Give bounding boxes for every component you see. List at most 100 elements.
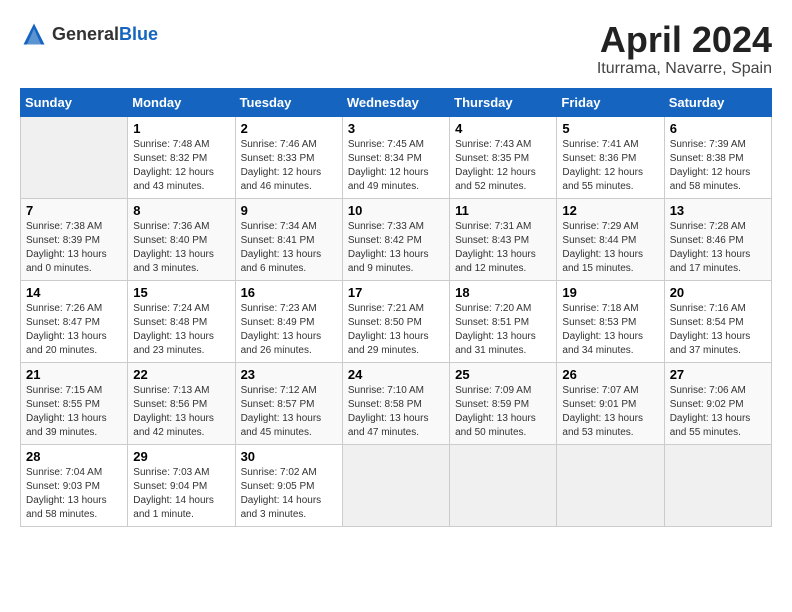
day-info: Sunrise: 7:21 AMSunset: 8:50 PMDaylight:… (348, 302, 444, 358)
day-info: Sunrise: 7:06 AMSunset: 9:02 PMDaylight:… (670, 384, 766, 440)
calendar-cell: 28 Sunrise: 7:04 AMSunset: 9:03 PMDayligh… (21, 444, 128, 526)
day-info: Sunrise: 7:12 AMSunset: 8:57 PMDaylight:… (241, 384, 337, 440)
calendar-week-5: 28 Sunrise: 7:04 AMSunset: 9:03 PMDayligh… (21, 444, 772, 526)
logo: GeneralBlue (20, 20, 158, 48)
weekday-header-sunday: Sunday (21, 88, 128, 116)
calendar-cell: 18Sunrise: 7:20 AMSunset: 8:51 PMDayligh… (450, 280, 557, 362)
calendar-cell: 14 Sunrise: 7:26 AMSunset: 8:47 PMDayligh… (21, 280, 128, 362)
month-title: April 2024 (597, 20, 772, 60)
calendar-cell: 15 Sunrise: 7:24 AMSunset: 8:48 PMDayligh… (128, 280, 235, 362)
day-info: Sunrise: 7:28 AMSunset: 8:46 PMDaylight:… (670, 220, 766, 276)
calendar-cell: 9 Sunrise: 7:34 AMSunset: 8:41 PMDaylight… (235, 198, 342, 280)
day-number: 5 (562, 121, 658, 136)
calendar-cell: 21Sunrise: 7:15 AMSunset: 8:55 PMDayligh… (21, 362, 128, 444)
calendar-cell: 30Sunrise: 7:02 AMSunset: 9:05 PMDayligh… (235, 444, 342, 526)
calendar-cell: 19 Sunrise: 7:18 AMSunset: 8:53 PMDayligh… (557, 280, 664, 362)
day-number: 30 (241, 449, 337, 464)
day-number: 20 (670, 285, 766, 300)
day-number: 25 (455, 367, 551, 382)
day-info: Sunrise: 7:31 AMSunset: 8:43 PMDaylight:… (455, 220, 551, 276)
day-number: 15 (133, 285, 229, 300)
weekday-header-thursday: Thursday (450, 88, 557, 116)
day-number: 10 (348, 203, 444, 218)
day-info: Sunrise: 7:29 AMSunset: 8:44 PMDaylight:… (562, 220, 658, 276)
day-number: 16 (241, 285, 337, 300)
calendar-cell: 12 Sunrise: 7:29 AMSunset: 8:44 PMDayligh… (557, 198, 664, 280)
day-info: Sunrise: 7:10 AMSunset: 8:58 PMDaylight:… (348, 384, 444, 440)
day-number: 19 (562, 285, 658, 300)
weekday-header-row: SundayMondayTuesdayWednesdayThursdayFrid… (21, 88, 772, 116)
weekday-header-wednesday: Wednesday (342, 88, 449, 116)
day-number: 17 (348, 285, 444, 300)
day-number: 18 (455, 285, 551, 300)
calendar-cell: 29 Sunrise: 7:03 AMSunset: 9:04 PMDayligh… (128, 444, 235, 526)
day-number: 2 (241, 121, 337, 136)
calendar-cell: 7Sunrise: 7:38 AMSunset: 8:39 PMDaylight… (21, 198, 128, 280)
day-number: 13 (670, 203, 766, 218)
day-info: Sunrise: 7:43 AMSunset: 8:35 PMDaylight:… (455, 138, 551, 194)
calendar-cell: 23Sunrise: 7:12 AMSunset: 8:57 PMDayligh… (235, 362, 342, 444)
calendar-cell: 27 Sunrise: 7:06 AMSunset: 9:02 PMDayligh… (664, 362, 771, 444)
day-number: 28 (26, 449, 122, 464)
logo-blue: Blue (119, 24, 158, 44)
calendar-table: SundayMondayTuesdayWednesdayThursdayFrid… (20, 88, 772, 527)
calendar-cell: 10Sunrise: 7:33 AMSunset: 8:42 PMDayligh… (342, 198, 449, 280)
logo-general: General (52, 24, 119, 44)
calendar-cell: 20 Sunrise: 7:16 AMSunset: 8:54 PMDayligh… (664, 280, 771, 362)
weekday-header-tuesday: Tuesday (235, 88, 342, 116)
day-number: 29 (133, 449, 229, 464)
title-block: April 2024 Iturrama, Navarre, Spain (597, 20, 772, 78)
day-info: Sunrise: 7:09 AMSunset: 8:59 PMDaylight:… (455, 384, 551, 440)
calendar-cell (342, 444, 449, 526)
calendar-cell (664, 444, 771, 526)
day-info: Sunrise: 7:18 AMSunset: 8:53 PMDaylight:… (562, 302, 658, 358)
weekday-header-saturday: Saturday (664, 88, 771, 116)
day-info: Sunrise: 7:39 AMSunset: 8:38 PMDaylight:… (670, 138, 766, 194)
day-number: 12 (562, 203, 658, 218)
weekday-header-monday: Monday (128, 88, 235, 116)
day-number: 9 (241, 203, 337, 218)
day-number: 11 (455, 203, 551, 218)
calendar-week-4: 21Sunrise: 7:15 AMSunset: 8:55 PMDayligh… (21, 362, 772, 444)
calendar-cell: 11 Sunrise: 7:31 AMSunset: 8:43 PMDayligh… (450, 198, 557, 280)
day-number: 21 (26, 367, 122, 382)
day-number: 22 (133, 367, 229, 382)
calendar-week-3: 14 Sunrise: 7:26 AMSunset: 8:47 PMDayligh… (21, 280, 772, 362)
day-info: Sunrise: 7:13 AMSunset: 8:56 PMDaylight:… (133, 384, 229, 440)
day-number: 7 (26, 203, 122, 218)
calendar-cell: 17 Sunrise: 7:21 AMSunset: 8:50 PMDayligh… (342, 280, 449, 362)
calendar-cell: 26Sunrise: 7:07 AMSunset: 9:01 PMDayligh… (557, 362, 664, 444)
day-info: Sunrise: 7:16 AMSunset: 8:54 PMDaylight:… (670, 302, 766, 358)
weekday-header-friday: Friday (557, 88, 664, 116)
day-number: 4 (455, 121, 551, 136)
day-number: 3 (348, 121, 444, 136)
calendar-cell: 8Sunrise: 7:36 AMSunset: 8:40 PMDaylight… (128, 198, 235, 280)
calendar-cell: 1 Sunrise: 7:48 AMSunset: 8:32 PMDaylight… (128, 116, 235, 198)
calendar-cell: 6 Sunrise: 7:39 AMSunset: 8:38 PMDaylight… (664, 116, 771, 198)
day-number: 14 (26, 285, 122, 300)
day-info: Sunrise: 7:24 AMSunset: 8:48 PMDaylight:… (133, 302, 229, 358)
day-info: Sunrise: 7:03 AMSunset: 9:04 PMDaylight:… (133, 466, 229, 522)
calendar-week-1: 1 Sunrise: 7:48 AMSunset: 8:32 PMDaylight… (21, 116, 772, 198)
day-info: Sunrise: 7:26 AMSunset: 8:47 PMDaylight:… (26, 302, 122, 358)
day-info: Sunrise: 7:04 AMSunset: 9:03 PMDaylight:… (26, 466, 122, 522)
day-number: 24 (348, 367, 444, 382)
calendar-cell: 5Sunrise: 7:41 AMSunset: 8:36 PMDaylight… (557, 116, 664, 198)
day-number: 1 (133, 121, 229, 136)
calendar-cell: 24 Sunrise: 7:10 AMSunset: 8:58 PMDayligh… (342, 362, 449, 444)
calendar-cell: 25 Sunrise: 7:09 AMSunset: 8:59 PMDayligh… (450, 362, 557, 444)
day-info: Sunrise: 7:34 AMSunset: 8:41 PMDaylight:… (241, 220, 337, 276)
calendar-cell: 13 Sunrise: 7:28 AMSunset: 8:46 PMDayligh… (664, 198, 771, 280)
day-number: 6 (670, 121, 766, 136)
calendar-cell: 3Sunrise: 7:45 AMSunset: 8:34 PMDaylight… (342, 116, 449, 198)
calendar-cell (557, 444, 664, 526)
page-header: GeneralBlue April 2024 Iturrama, Navarre… (20, 20, 772, 78)
day-info: Sunrise: 7:48 AMSunset: 8:32 PMDaylight:… (133, 138, 229, 194)
day-number: 26 (562, 367, 658, 382)
day-number: 27 (670, 367, 766, 382)
day-info: Sunrise: 7:23 AMSunset: 8:49 PMDaylight:… (241, 302, 337, 358)
location-title: Iturrama, Navarre, Spain (597, 60, 772, 78)
day-info: Sunrise: 7:36 AMSunset: 8:40 PMDaylight:… (133, 220, 229, 276)
day-info: Sunrise: 7:46 AMSunset: 8:33 PMDaylight:… (241, 138, 337, 194)
calendar-cell: 4 Sunrise: 7:43 AMSunset: 8:35 PMDaylight… (450, 116, 557, 198)
